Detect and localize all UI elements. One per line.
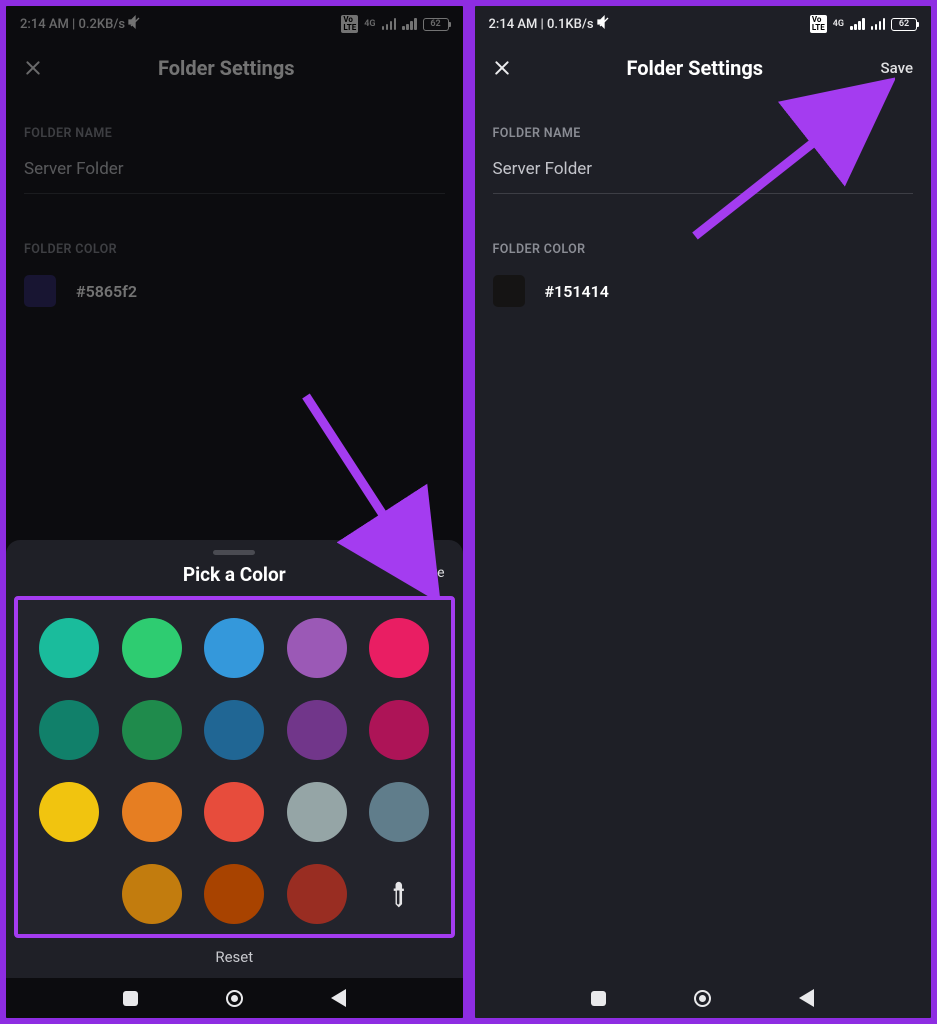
color-chip[interactable] — [287, 700, 347, 760]
color-chip[interactable] — [39, 700, 99, 760]
folder-name-input[interactable]: Server Folder — [24, 159, 445, 194]
section-folder-color: FOLDER COLOR #151414 — [475, 242, 932, 307]
battery-icon: 62 — [423, 18, 449, 31]
color-chip[interactable] — [369, 618, 429, 678]
screenshot-right: 2:14 AM | 0.1KB/s VoLTE 4G 62 Folder Set… — [472, 3, 935, 1021]
color-chip[interactable] — [122, 782, 182, 842]
status-bar: 2:14 AM | 0.1KB/s VoLTE 4G 62 — [475, 6, 932, 38]
color-chip[interactable] — [204, 782, 264, 842]
app-header: Folder Settings Save — [475, 38, 932, 102]
signal-bars-icon-2 — [402, 18, 417, 30]
status-time-net: 2:14 AM | 0.2KB/s — [20, 17, 125, 32]
color-chip[interactable] — [122, 700, 182, 760]
eyedropper-icon[interactable] — [369, 864, 429, 924]
section-folder-name: FOLDER NAME Server Folder — [475, 126, 932, 194]
palette-row — [28, 618, 441, 678]
color-swatch — [493, 275, 525, 307]
color-chip[interactable] — [122, 864, 182, 924]
sheet-title: Pick a Color — [183, 563, 286, 586]
color-chip[interactable] — [369, 782, 429, 842]
color-row[interactable]: #5865f2 — [24, 275, 445, 307]
android-navbar — [475, 978, 932, 1018]
page-title: Folder Settings — [52, 56, 401, 80]
folder-name-input[interactable]: Server Folder — [493, 159, 914, 194]
color-swatch — [24, 275, 56, 307]
color-chip[interactable] — [39, 782, 99, 842]
section-folder-color: FOLDER COLOR #5865f2 — [6, 242, 463, 307]
folder-name-label: FOLDER NAME — [493, 126, 914, 141]
folder-color-label: FOLDER COLOR — [24, 242, 445, 257]
folder-name-label: FOLDER NAME — [24, 126, 445, 141]
signal-bars-icon — [382, 18, 397, 30]
folder-color-label: FOLDER COLOR — [493, 242, 914, 257]
section-folder-name: FOLDER NAME Server Folder — [6, 126, 463, 194]
battery-icon: 62 — [891, 18, 917, 31]
color-picker-sheet: Pick a Color Save Reset — [6, 540, 463, 978]
back-icon[interactable] — [331, 989, 346, 1007]
recents-icon[interactable] — [123, 991, 138, 1006]
status-bar: 2:14 AM | 0.2KB/s VoLTE 4G 62 — [6, 6, 463, 38]
mute-icon — [127, 14, 143, 34]
sheet-save-button[interactable]: Save — [415, 565, 445, 581]
palette-row — [28, 864, 441, 924]
color-row[interactable]: #151414 — [493, 275, 914, 307]
color-chip[interactable] — [204, 700, 264, 760]
reset-button[interactable]: Reset — [14, 948, 455, 966]
status-time-net: 2:14 AM | 0.1KB/s — [489, 17, 594, 32]
sheet-handle[interactable] — [213, 550, 255, 555]
android-navbar — [6, 978, 463, 1018]
mute-icon — [596, 14, 612, 34]
color-hex-value: #151414 — [545, 282, 609, 301]
page-title: Folder Settings — [521, 56, 870, 80]
color-palette-box — [14, 596, 455, 938]
network-gen: 4G — [833, 19, 844, 29]
signal-bars-icon-2 — [871, 18, 886, 30]
volte-badge: VoLTE — [341, 15, 358, 33]
screenshot-left: 2:14 AM | 0.2KB/s VoLTE 4G 62 Folder Set… — [3, 3, 466, 1021]
palette-row — [28, 782, 441, 842]
color-chip[interactable] — [204, 618, 264, 678]
color-chip[interactable] — [39, 618, 99, 678]
save-button[interactable]: Save — [869, 59, 913, 77]
recents-icon[interactable] — [591, 991, 606, 1006]
palette-row — [28, 700, 441, 760]
home-icon[interactable] — [694, 990, 711, 1007]
color-chip[interactable] — [204, 864, 264, 924]
signal-bars-icon — [850, 18, 865, 30]
color-chip[interactable] — [287, 864, 347, 924]
app-header: Folder Settings — [6, 38, 463, 102]
network-gen: 4G — [364, 19, 375, 29]
color-chip[interactable] — [287, 782, 347, 842]
color-chip[interactable] — [122, 618, 182, 678]
home-icon[interactable] — [226, 990, 243, 1007]
color-chip[interactable] — [287, 618, 347, 678]
back-icon[interactable] — [799, 989, 814, 1007]
color-chip[interactable] — [369, 700, 429, 760]
color-hex-value: #5865f2 — [76, 282, 137, 301]
volte-badge: VoLTE — [810, 15, 827, 33]
